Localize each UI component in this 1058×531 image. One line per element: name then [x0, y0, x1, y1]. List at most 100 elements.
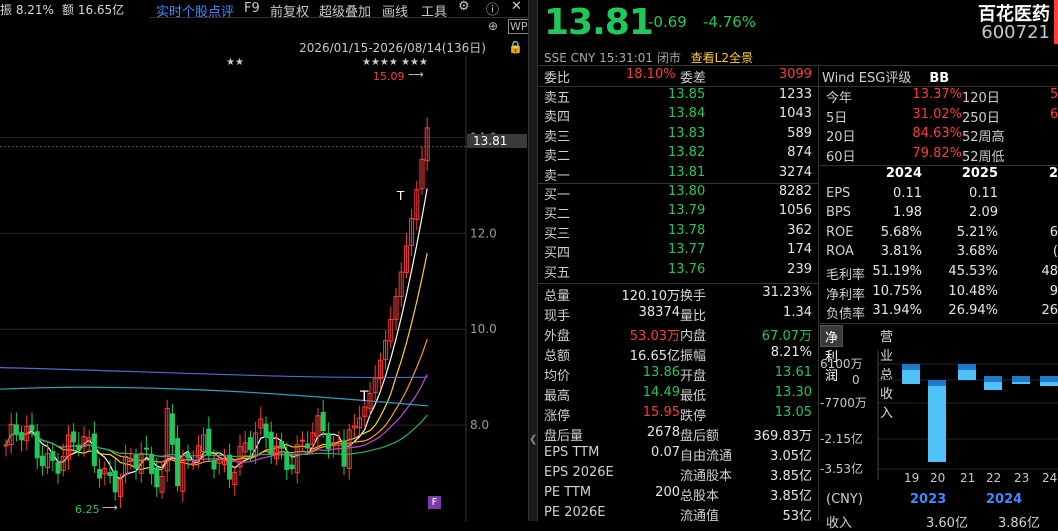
fin-value: 0.11: [969, 185, 998, 201]
lock-icon[interactable]: 🔒: [508, 40, 523, 54]
high-annotation: 15.09: [373, 70, 405, 83]
chart-header: 振 8.21% 额 16.65亿 实时个股点评 F9 前复权 超级叠加 画线 工…: [0, 0, 528, 20]
market-info: SSE CNY 15:31:01 闭市: [544, 51, 681, 65]
candle-body: [325, 433, 331, 450]
f9-button[interactable]: F9: [244, 1, 260, 16]
fin-label: 毛利率: [826, 267, 866, 283]
stat-value: 0.07: [651, 445, 680, 460]
candle-body: [169, 413, 175, 445]
stat-row: EPS TTM 0.07 自由流通 3.05亿: [544, 445, 818, 465]
candle-body: [149, 453, 155, 474]
wp-icon[interactable]: WP: [508, 19, 530, 34]
level-price: 13.78: [668, 222, 706, 238]
candle-body: [284, 452, 290, 470]
turnover-label: 额 16.65亿: [62, 3, 125, 17]
stat-value: 1.34: [783, 305, 812, 320]
stat-label: 最低: [680, 389, 707, 404]
collapse-arrow-icon[interactable]: ❮: [529, 434, 537, 445]
order-level-row[interactable]: 卖五 13.85 1233: [544, 87, 818, 106]
expand-icon[interactable]: ⊕: [488, 19, 498, 33]
level-price: 13.77: [668, 242, 706, 258]
level-volume: 8282: [778, 184, 812, 199]
order-level-row[interactable]: 卖三 13.83 589: [544, 126, 818, 145]
candle-body: [107, 472, 113, 476]
order-level-row[interactable]: 买二 13.79 1056: [544, 203, 818, 222]
candle-body: [76, 444, 82, 451]
perf-value: 6: [1050, 106, 1058, 122]
level-label: 买三: [544, 226, 571, 242]
level-price: 13.81: [668, 164, 706, 180]
fin-value: 10.48%: [948, 283, 998, 299]
stock-code: 600721: [981, 22, 1050, 43]
performance-table: 今年 13.37% 120日 5 5日 31.02% 250日 6 20日 84.63% 52周高 6…: [826, 87, 1058, 165]
fin-row: 净利率 10.75% 10.48% 9: [826, 284, 1058, 304]
help-icon[interactable]: ⓘ: [486, 0, 499, 18]
level-label: 买四: [544, 246, 571, 262]
order-level-row[interactable]: 买四 13.77 174: [544, 242, 818, 261]
fin-value: 9: [1049, 283, 1058, 299]
fin-value: 3.68%: [956, 244, 998, 260]
fin-year: 2: [1048, 166, 1058, 181]
order-level-row[interactable]: 卖一 13.81 3274: [544, 165, 818, 184]
level-volume: 174: [787, 242, 812, 258]
candle-body: [268, 431, 274, 455]
order-level-row[interactable]: 卖二 13.82 874: [544, 145, 818, 164]
level-label: 卖四: [544, 110, 571, 126]
low-annotation: 6.25: [75, 503, 100, 516]
fin-value: 45.53%: [948, 263, 998, 279]
stat-value: 200: [655, 485, 680, 500]
order-level-row[interactable]: 买五 13.76 239: [544, 262, 818, 281]
tab-revenue[interactable]: 营业总收入: [876, 325, 897, 421]
gear-icon[interactable]: ⚙: [458, 0, 470, 14]
candle-body: [3, 444, 9, 447]
stat-row: PE 2026E 流通值 53亿: [544, 505, 818, 525]
candle-body: [39, 455, 45, 467]
perf-label: 20日: [826, 130, 856, 146]
level-label: 卖一: [544, 168, 571, 184]
candle-body: [175, 438, 181, 487]
fin-value: 10.75%: [872, 283, 922, 299]
bar-x-label: 24: [1042, 471, 1057, 485]
diff-label: 委差: [680, 71, 707, 86]
candle-body: [91, 433, 97, 467]
stat-row: 总额 16.65亿 振幅 8.21%: [544, 345, 818, 365]
moving-average-line: [0, 366, 429, 379]
stat-label: 总额: [544, 349, 571, 364]
level-price: 13.85: [668, 87, 706, 102]
ratio-label: 委比: [544, 71, 571, 86]
fin-value: 48: [1041, 263, 1058, 279]
fin-value: 31.94%: [872, 303, 922, 319]
stat-label: 总量: [544, 289, 571, 304]
candle-body: [341, 440, 347, 467]
candle-body: [263, 423, 269, 438]
stat-value: 2678: [646, 425, 680, 440]
bar-axis-label: -7700万: [820, 396, 867, 410]
stat-row: 涨停 15.95 跌停 13.05: [544, 405, 818, 425]
fin-value: 1.98: [893, 205, 922, 221]
l2-link[interactable]: 查看L2全景: [691, 51, 753, 65]
perf-label: 52周高: [962, 130, 1005, 146]
close-icon[interactable]: ✕: [511, 0, 522, 14]
bar-segment: [1040, 376, 1058, 382]
candle-body: [154, 467, 160, 488]
bar-segment: [928, 380, 946, 386]
wind-esg-header: Wind ESG评级 BB: [822, 67, 949, 86]
fin-value: 26.94%: [948, 303, 998, 319]
tab-net-profit[interactable]: 净利润: [820, 325, 844, 384]
kline-chart[interactable]: 8.010.012.014.0: [0, 56, 528, 521]
year-label: 2023: [910, 492, 947, 507]
stat-label: 振幅: [680, 349, 707, 364]
bid-levels: 买一 13.80 8282 买二 13.79 1056 买三 13.78 362 买四 13.77 1…: [544, 184, 818, 281]
bar-segment: [958, 364, 976, 370]
bar-x-label: 19: [904, 471, 919, 485]
ratio-value: 18.10%: [626, 67, 676, 82]
level-label: 卖三: [544, 129, 571, 145]
stat-value: 53.03万: [629, 329, 680, 344]
order-level-row[interactable]: 买三 13.78 362: [544, 223, 818, 242]
stat-label: EPS TTM: [544, 445, 600, 460]
order-level-row[interactable]: 买一 13.80 8282: [544, 184, 818, 203]
order-level-row[interactable]: 卖四 13.84 1043: [544, 106, 818, 125]
fin-row: 毛利率 51.19% 45.53% 48: [826, 264, 1058, 284]
fin-row: ROE 5.68% 5.21% 6: [826, 225, 1058, 245]
f-badge[interactable]: F: [428, 496, 441, 509]
